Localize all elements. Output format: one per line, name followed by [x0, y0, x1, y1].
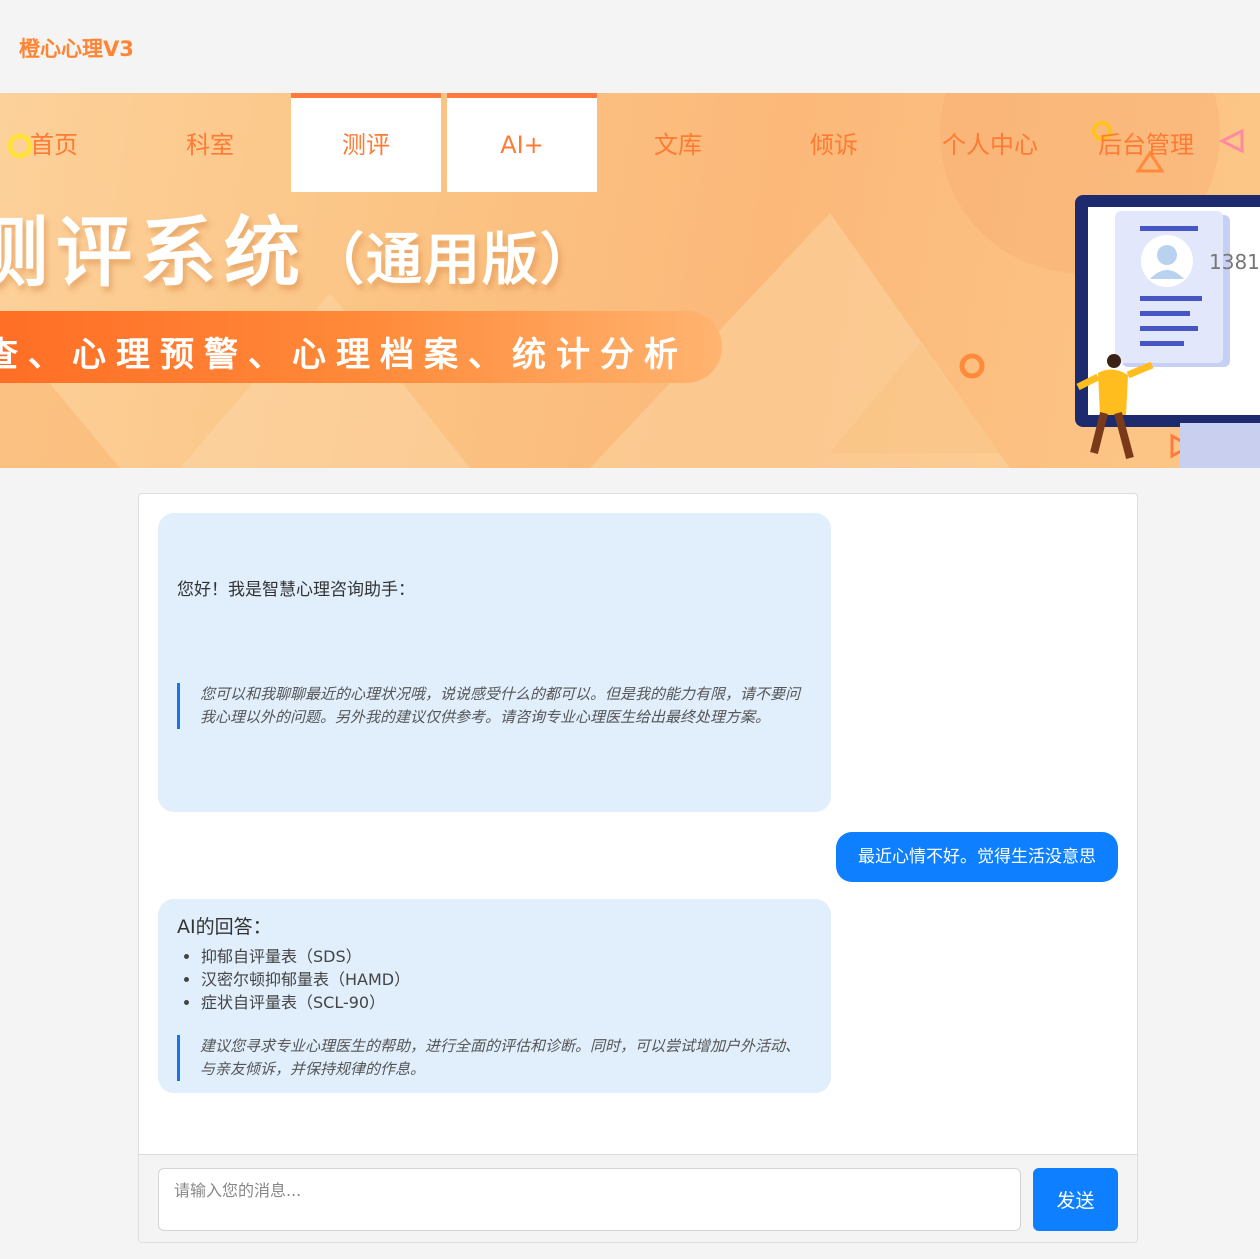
nav-item-personal-center[interactable]: 个人中心: [915, 93, 1065, 192]
nav-item-library[interactable]: 文库: [603, 93, 753, 192]
ai-disclaimer-quote: 您可以和我聊聊最近的心理状况哦，说说感受什么的都可以。但是我的能力有限，请不要问…: [177, 683, 805, 729]
ai-message-bubble: AI的回答： 抑郁自评量表（SDS） 汉密尔顿抑郁量表（HAMD） 症状自评量表…: [158, 899, 831, 1093]
banner-title: 测评系统（通用版）: [0, 208, 598, 297]
nav-item-department[interactable]: 科室: [135, 93, 285, 192]
scale-list: 抑郁自评量表（SDS） 汉密尔顿抑郁量表（HAMD） 症状自评量表（SCL-90…: [201, 945, 410, 1014]
ai-answer-heading: AI的回答：: [177, 916, 272, 938]
ai-message-bubble: 您好！我是智慧心理咨询助手： 您可以和我聊聊最近的心理状况哦，说说感受什么的都可…: [158, 513, 831, 812]
app-logo[interactable]: 橙心心理V3: [19, 33, 134, 63]
chat-panel: 您好！我是智慧心理咨询助手： 您可以和我聊聊最近的心理状况哦，说说感受什么的都可…: [138, 493, 1138, 1243]
user-message-bubble: 最近心情不好。觉得生活没意思: [836, 832, 1118, 882]
nav-item-assessment[interactable]: 测评: [291, 93, 441, 192]
user-phone-partial: 13810: [1209, 250, 1260, 274]
list-item: 抑郁自评量表（SDS）: [201, 945, 410, 968]
list-item: 汉密尔顿抑郁量表（HAMD）: [201, 968, 410, 991]
ai-greeting: 您好！我是智慧心理咨询助手：: [177, 580, 415, 600]
main-nav: 首页 科室 测评 AI+ 文库 倾诉 个人中心 后台管理: [0, 93, 1260, 192]
banner-subtitle: 查、心理预警、心理档案、统计分析: [0, 335, 688, 375]
nav-item-confide[interactable]: 倾诉: [759, 93, 909, 192]
nav-item-ai[interactable]: AI+: [447, 93, 597, 192]
nav-item-admin[interactable]: 后台管理: [1071, 93, 1221, 192]
nav-item-home[interactable]: 首页: [0, 93, 129, 192]
top-bar: 橙心心理V3: [0, 0, 1260, 93]
message-input[interactable]: [158, 1168, 1021, 1231]
send-button[interactable]: 发送: [1033, 1168, 1118, 1231]
chat-input-bar: 发送: [139, 1154, 1137, 1242]
ai-advice-quote: 建议您寻求专业心理医生的帮助，进行全面的评估和诊断。同时，可以尝试增加户外活动、…: [177, 1035, 805, 1081]
list-item: 症状自评量表（SCL-90）: [201, 991, 410, 1014]
